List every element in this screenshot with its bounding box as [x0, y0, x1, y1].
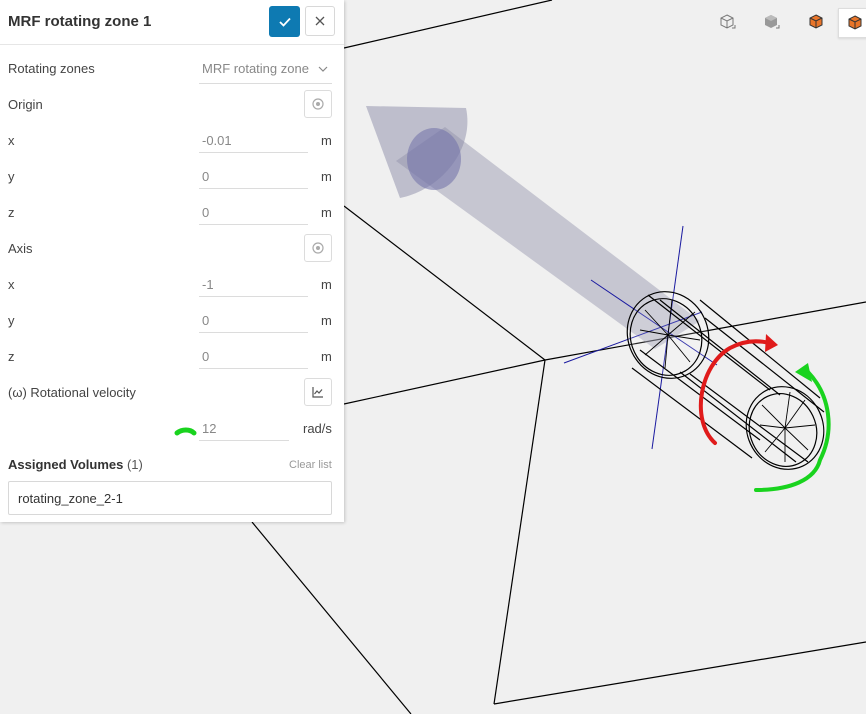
rotor-geometry — [626, 291, 825, 470]
target-icon — [312, 242, 324, 254]
assigned-volumes-list[interactable]: rotating_zone_2-1 — [8, 481, 332, 515]
axis-y-input[interactable] — [199, 309, 308, 333]
red-arrowhead — [765, 334, 778, 352]
axis-label: Axis — [8, 241, 33, 256]
chart-icon — [312, 387, 323, 398]
rotational-velocity-table-button[interactable] — [304, 378, 332, 406]
close-icon — [315, 16, 325, 26]
axis-z-unit: m — [321, 349, 332, 364]
assigned-volumes-label: Assigned Volumes — [8, 457, 124, 472]
origin-x-input[interactable] — [199, 129, 308, 153]
origin-z-unit: m — [321, 205, 332, 220]
axis-x-unit: m — [321, 277, 332, 292]
axis-y-unit: m — [321, 313, 332, 328]
axis-z-label: z — [8, 349, 15, 364]
origin-x-unit: m — [321, 133, 332, 148]
rotating-zones-value: MRF rotating zone — [202, 61, 309, 76]
check-icon — [278, 17, 291, 27]
cube-outline-icon — [720, 14, 736, 29]
axis-y-label: y — [8, 313, 15, 328]
origin-y-label: y — [8, 169, 15, 184]
view-cube-orange-wire-button[interactable] — [838, 8, 866, 38]
view-cube-outline-button[interactable] — [713, 8, 741, 36]
panel-title: MRF rotating zone 1 — [8, 13, 152, 30]
confirm-button[interactable] — [269, 6, 300, 37]
axis-x-label: x — [8, 277, 15, 292]
origin-pick-button[interactable] — [304, 90, 332, 118]
close-button[interactable] — [305, 6, 335, 36]
domain-edges — [251, 0, 866, 714]
assigned-volumes-title: Assigned Volumes (1) — [8, 457, 143, 472]
rotational-velocity-input[interactable] — [199, 417, 289, 441]
rotating-zones-select[interactable]: MRF rotating zone — [199, 56, 332, 84]
axis-pick-button[interactable] — [304, 234, 332, 262]
rotating-zones-label: Rotating zones — [8, 61, 95, 76]
cube-shaded-icon — [765, 15, 780, 29]
view-cube-orange-button[interactable] — [802, 8, 830, 36]
panel-header: MRF rotating zone 1 — [0, 0, 344, 45]
cube-orange-icon — [809, 14, 823, 29]
target-icon — [312, 98, 324, 110]
origin-z-label: z — [8, 205, 15, 220]
origin-z-input[interactable] — [199, 201, 308, 225]
green-annotation-mark — [174, 427, 197, 436]
axis-z-input[interactable] — [199, 345, 308, 369]
rotational-velocity-label: (ω) Rotational velocity — [8, 385, 136, 400]
origin-y-unit: m — [321, 169, 332, 184]
assigned-volumes-count: (1) — [126, 457, 143, 472]
view-cube-shaded-button[interactable] — [757, 8, 785, 36]
assigned-volume-item[interactable]: rotating_zone_2-1 — [18, 491, 123, 506]
axis-x-input[interactable] — [199, 273, 308, 297]
origin-label: Origin — [8, 97, 43, 112]
mrf-rotating-zone-panel: MRF rotating zone 1 Rotating zones MRF r… — [0, 0, 344, 522]
origin-x-label: x — [8, 133, 15, 148]
cube-orange-wire-icon — [848, 15, 862, 30]
rotational-velocity-unit: rad/s — [303, 421, 332, 436]
chevron-down-icon — [318, 66, 328, 72]
origin-y-input[interactable] — [199, 165, 308, 189]
clear-list-link[interactable]: Clear list — [289, 459, 332, 471]
